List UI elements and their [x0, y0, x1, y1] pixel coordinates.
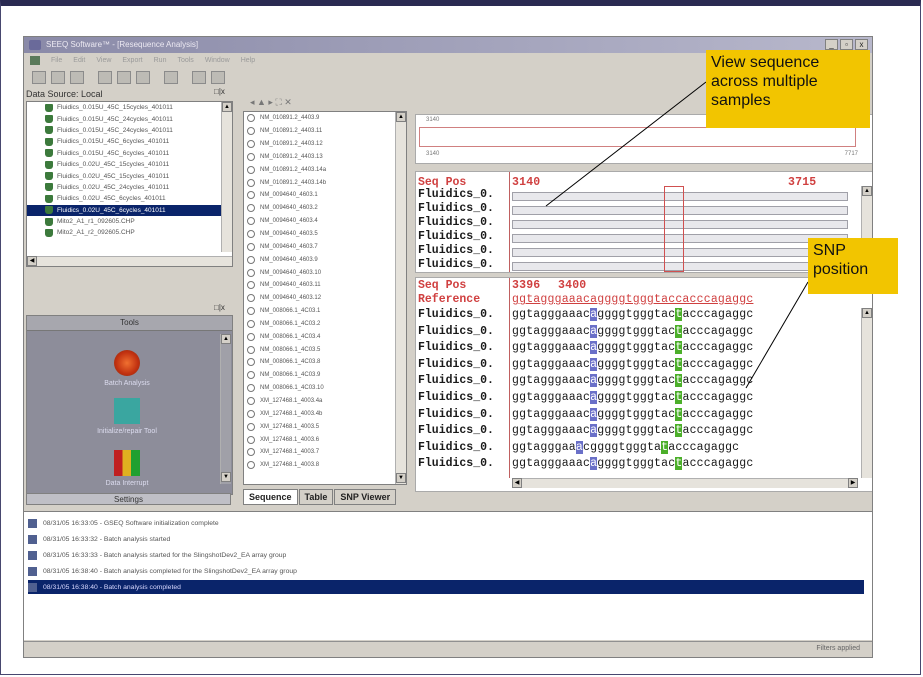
- view-sequence-callout: View sequence across multiple samples: [706, 50, 870, 128]
- snp-position-callout: SNP position: [808, 238, 898, 294]
- view-sequence-leader: [545, 81, 707, 207]
- snp-position-leader: [745, 281, 809, 389]
